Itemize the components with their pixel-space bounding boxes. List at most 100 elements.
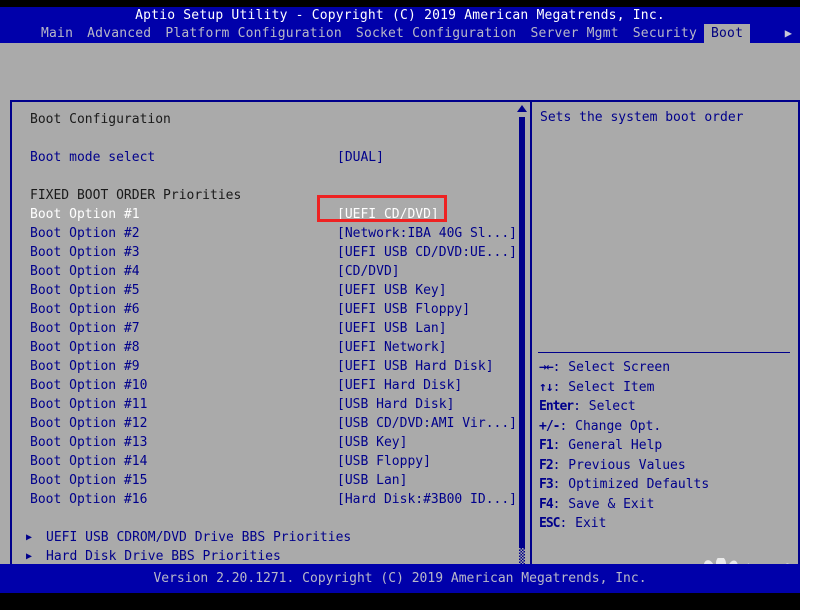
key-action-label: : Optimized Defaults xyxy=(552,477,710,492)
row-label: UEFI USB CDROM/DVD Drive BBS Priorities xyxy=(46,530,352,545)
boot-option-row[interactable]: Boot Option #6 [UEFI USB Floppy] xyxy=(30,300,500,319)
tab-main[interactable]: Main xyxy=(34,24,80,43)
row-value[interactable]: [Network:IBA 40G Sl...] xyxy=(337,224,517,243)
row-value[interactable]: [CD/DVD] xyxy=(337,262,400,281)
submenu-triangle-icon: ▶ xyxy=(26,532,33,543)
row-label: Boot Option #7 xyxy=(30,321,140,336)
boot-option-row[interactable]: Boot Option #11 [USB Hard Disk] xyxy=(30,395,500,414)
menu-tab-bar: Main Advanced Platform Configuration Socket… xyxy=(0,24,800,43)
key-legend-row: F4: Save & Exit xyxy=(539,495,793,515)
bios-setup-screen: Aptio Setup Utility - Copyright (C) 2019… xyxy=(0,0,822,610)
row-value[interactable]: [UEFI USB Hard Disk] xyxy=(337,357,494,376)
key-glyph: F1 xyxy=(539,438,554,453)
section-heading: Boot Configuration xyxy=(30,110,500,129)
tab-boot[interactable]: Boot xyxy=(703,24,751,43)
row-spacer xyxy=(30,167,500,186)
boot-option-row[interactable]: Boot Option #4 [CD/DVD] xyxy=(30,262,500,281)
tab-server-mgmt[interactable]: Server Mgmt xyxy=(523,24,625,43)
key-legend-row: F1: General Help xyxy=(539,436,793,456)
tab-overflow-right-arrow-icon[interactable]: ▶ xyxy=(785,24,792,43)
key-legend-row: Enter: Select xyxy=(539,397,793,417)
boot-option-row[interactable]: Boot Option #5 [UEFI USB Key] xyxy=(30,281,500,300)
boot-option-row[interactable]: Boot Option #8 [UEFI Network] xyxy=(30,338,500,357)
row-value[interactable]: [USB Key] xyxy=(337,433,407,452)
row-label: Boot Option #15 xyxy=(30,473,148,488)
boot-option-row[interactable]: Boot Option #2 [Network:IBA 40G Sl...] xyxy=(30,224,517,243)
row-value[interactable]: [Hard Disk:#3B00 ID...] xyxy=(337,490,517,509)
key-glyph: F2 xyxy=(539,457,554,473)
key-action-label: : Select Screen xyxy=(552,360,671,375)
row-value[interactable]: [UEFI CD/DVD] xyxy=(337,205,439,224)
section-heading: FIXED BOOT ORDER Priorities xyxy=(30,186,500,205)
row-label: Boot Option #10 xyxy=(30,378,148,393)
key-glyph: →← xyxy=(539,360,554,375)
boot-option-row[interactable]: Boot Option #7 [UEFI USB Lan] xyxy=(30,319,500,338)
tab-platform-configuration[interactable]: Platform Configuration xyxy=(158,24,349,43)
content-background: Boot Configuration Boot mode select [DUAL]… xyxy=(0,43,804,610)
row-value[interactable]: [UEFI USB Key] xyxy=(337,281,447,300)
boot-option-row[interactable]: Boot Option #16 [Hard Disk:#3B00 ID...] xyxy=(30,490,517,509)
help-panel: Sets the system boot order →←: Select Sc… xyxy=(530,100,800,601)
key-legend-row: →←: Select Screen xyxy=(539,358,793,378)
submenu-item[interactable]: ▶ UEFI USB CDROM/DVD Drive BBS Priorities xyxy=(26,528,500,547)
row-label: Boot Option #6 xyxy=(30,302,140,317)
key-glyph: F4 xyxy=(539,496,554,512)
row-label: Boot Option #11 xyxy=(30,397,148,412)
row-value[interactable]: [USB Hard Disk] xyxy=(337,395,454,414)
key-glyph: F3 xyxy=(539,477,554,492)
key-legend-row: F2: Previous Values xyxy=(539,456,793,476)
scroll-up-arrow-icon[interactable] xyxy=(517,105,527,112)
key-action-label: : Save & Exit xyxy=(552,496,655,512)
key-legend-row: +/-: Change Opt. xyxy=(539,417,793,437)
boot-option-row[interactable]: Boot Option #13 [USB Key] xyxy=(30,433,500,452)
row-value[interactable]: [USB Floppy] xyxy=(337,452,431,471)
row-value[interactable]: [UEFI USB CD/DVD:UE...] xyxy=(337,243,517,262)
boot-option-row[interactable]: Boot Option #15 [USB Lan] xyxy=(30,471,500,490)
row-spacer xyxy=(30,129,500,148)
key-glyph: +/- xyxy=(539,418,561,434)
row-label: Boot Option #9 xyxy=(30,359,140,374)
row-value[interactable]: [UEFI USB Floppy] xyxy=(337,300,470,319)
boot-option-row[interactable]: Boot Option #14 [USB Floppy] xyxy=(30,452,500,471)
boot-list-scrollbar[interactable] xyxy=(516,103,528,597)
boot-option-row[interactable]: Boot Option #9 [UEFI USB Hard Disk] xyxy=(30,357,500,376)
key-glyph: ESC xyxy=(539,516,561,531)
key-action-label: : Select Item xyxy=(552,379,655,395)
row-spacer xyxy=(30,509,500,528)
row-label: Boot Option #8 xyxy=(30,340,140,355)
key-legend-row: F3: Optimized Defaults xyxy=(539,475,793,495)
version-status-bar: Version 2.20.1271. Copyright (C) 2019 Am… xyxy=(0,564,800,593)
row-label: Boot Option #16 xyxy=(30,492,148,507)
row-value[interactable]: [UEFI Hard Disk] xyxy=(337,376,462,395)
row-label: Boot Option #13 xyxy=(30,435,148,450)
key-action-label: : Select xyxy=(573,399,636,414)
row-label: Boot Option #2 xyxy=(30,226,140,241)
row-label: Boot Option #12 xyxy=(30,416,148,431)
scrollbar-thumb[interactable] xyxy=(519,117,525,548)
row-value[interactable]: [USB CD/DVD:AMI Vir...] xyxy=(337,414,517,433)
row-value[interactable]: [UEFI USB Lan] xyxy=(337,319,447,338)
help-panel-divider xyxy=(538,352,790,353)
tab-socket-configuration[interactable]: Socket Configuration xyxy=(349,24,524,43)
key-legend-row: ↑↓: Select Item xyxy=(539,378,793,398)
row-value[interactable]: [USB Lan] xyxy=(337,471,407,490)
row-label: Boot Option #1 xyxy=(30,207,140,222)
boot-option-row[interactable]: Boot Option #12 [USB CD/DVD:AMI Vir...] xyxy=(30,414,517,433)
row-label: Boot Option #4 xyxy=(30,264,140,279)
boot-option-row[interactable]: Boot Option #1 [UEFI CD/DVD] xyxy=(30,205,500,224)
tab-security[interactable]: Security xyxy=(626,24,704,43)
boot-option-row[interactable]: Boot Option #10 [UEFI Hard Disk] xyxy=(30,376,500,395)
row-label: Boot Option #5 xyxy=(30,283,140,298)
key-glyph: ↑↓ xyxy=(539,379,554,395)
tab-advanced[interactable]: Advanced xyxy=(80,24,158,43)
row-label: Boot Option #3 xyxy=(30,245,140,260)
row-value[interactable]: [UEFI Network] xyxy=(337,338,447,357)
boot-option-row[interactable]: Boot Option #3 [UEFI USB CD/DVD:UE...] xyxy=(30,243,517,262)
boot-configuration-panel: Boot Configuration Boot mode select [DUAL]… xyxy=(10,100,532,601)
key-action-label: : Exit xyxy=(559,516,607,531)
key-legend-list: →←: Select Screen ↑↓: Select Item Enter: S… xyxy=(539,358,793,534)
row-value[interactable]: [DUAL] xyxy=(337,148,384,167)
row-label: Boot mode select xyxy=(30,150,156,165)
boot-option-row[interactable]: Boot mode select [DUAL] xyxy=(30,148,500,167)
key-legend-row: ESC: Exit xyxy=(539,514,793,534)
